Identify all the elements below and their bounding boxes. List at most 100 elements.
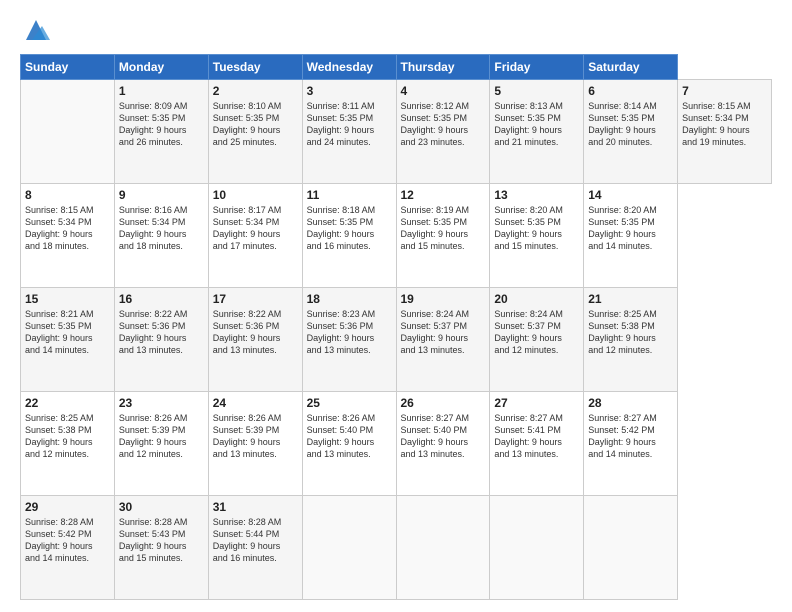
calendar-cell: 9 Sunrise: 8:16 AM Sunset: 5:34 PM Daylig…: [114, 184, 208, 288]
calendar-cell: 5Sunrise: 8:13 AM Sunset: 5:35 PM Daylig…: [490, 80, 584, 184]
day-info: Sunrise: 8:25 AM Sunset: 5:38 PM Dayligh…: [588, 308, 673, 357]
day-number: 6: [588, 84, 673, 98]
calendar-cell: 18 Sunrise: 8:23 AM Sunset: 5:36 PM Dayli…: [302, 288, 396, 392]
calendar-cell: [302, 496, 396, 600]
day-number: 4: [401, 84, 486, 98]
calendar-header-row: SundayMondayTuesdayWednesdayThursdayFrid…: [21, 55, 772, 80]
day-info: Sunrise: 8:09 AM Sunset: 5:35 PM Dayligh…: [119, 100, 204, 149]
day-info: Sunrise: 8:26 AM Sunset: 5:39 PM Dayligh…: [119, 412, 204, 461]
day-number: 8: [25, 188, 110, 202]
day-number: 29: [25, 500, 110, 514]
day-number: 20: [494, 292, 579, 306]
calendar-header-tuesday: Tuesday: [208, 55, 302, 80]
day-number: 18: [307, 292, 392, 306]
page: SundayMondayTuesdayWednesdayThursdayFrid…: [0, 0, 792, 612]
calendar-cell: [490, 496, 584, 600]
day-info: Sunrise: 8:12 AM Sunset: 5:35 PM Dayligh…: [401, 100, 486, 149]
day-info: Sunrise: 8:23 AM Sunset: 5:36 PM Dayligh…: [307, 308, 392, 357]
day-info: Sunrise: 8:27 AM Sunset: 5:42 PM Dayligh…: [588, 412, 673, 461]
calendar-header-monday: Monday: [114, 55, 208, 80]
day-info: Sunrise: 8:20 AM Sunset: 5:35 PM Dayligh…: [588, 204, 673, 253]
calendar-cell: 11 Sunrise: 8:18 AM Sunset: 5:35 PM Dayli…: [302, 184, 396, 288]
day-number: 15: [25, 292, 110, 306]
calendar-cell: 16 Sunrise: 8:22 AM Sunset: 5:36 PM Dayli…: [114, 288, 208, 392]
day-info: Sunrise: 8:25 AM Sunset: 5:38 PM Dayligh…: [25, 412, 110, 461]
day-number: 23: [119, 396, 204, 410]
day-number: 10: [213, 188, 298, 202]
calendar-table: SundayMondayTuesdayWednesdayThursdayFrid…: [20, 54, 772, 600]
day-number: 24: [213, 396, 298, 410]
day-info: Sunrise: 8:22 AM Sunset: 5:36 PM Dayligh…: [213, 308, 298, 357]
calendar-cell: 27 Sunrise: 8:27 AM Sunset: 5:41 PM Dayli…: [490, 392, 584, 496]
calendar-cell: 20 Sunrise: 8:24 AM Sunset: 5:37 PM Dayli…: [490, 288, 584, 392]
day-info: Sunrise: 8:22 AM Sunset: 5:36 PM Dayligh…: [119, 308, 204, 357]
calendar-cell: 12 Sunrise: 8:19 AM Sunset: 5:35 PM Dayli…: [396, 184, 490, 288]
day-info: Sunrise: 8:16 AM Sunset: 5:34 PM Dayligh…: [119, 204, 204, 253]
logo-icon: [22, 16, 50, 44]
calendar-cell: 13Sunrise: 8:20 AM Sunset: 5:35 PM Dayli…: [490, 184, 584, 288]
calendar-cell: 4 Sunrise: 8:12 AM Sunset: 5:35 PM Daylig…: [396, 80, 490, 184]
calendar-cell: 19 Sunrise: 8:24 AM Sunset: 5:37 PM Dayli…: [396, 288, 490, 392]
day-info: Sunrise: 8:21 AM Sunset: 5:35 PM Dayligh…: [25, 308, 110, 357]
calendar-cell: 14 Sunrise: 8:20 AM Sunset: 5:35 PM Dayli…: [584, 184, 678, 288]
calendar-cell: 28 Sunrise: 8:27 AM Sunset: 5:42 PM Dayli…: [584, 392, 678, 496]
day-number: 22: [25, 396, 110, 410]
day-number: 7: [682, 84, 767, 98]
calendar-cell: 10 Sunrise: 8:17 AM Sunset: 5:34 PM Dayli…: [208, 184, 302, 288]
calendar-cell: [396, 496, 490, 600]
calendar-cell: 22 Sunrise: 8:25 AM Sunset: 5:38 PM Dayli…: [21, 392, 115, 496]
calendar-header-wednesday: Wednesday: [302, 55, 396, 80]
day-number: 1: [119, 84, 204, 98]
calendar-cell: 1 Sunrise: 8:09 AM Sunset: 5:35 PM Daylig…: [114, 80, 208, 184]
calendar-cell: 7 Sunrise: 8:15 AM Sunset: 5:34 PM Daylig…: [678, 80, 772, 184]
day-info: Sunrise: 8:15 AM Sunset: 5:34 PM Dayligh…: [682, 100, 767, 149]
day-info: Sunrise: 8:15 AM Sunset: 5:34 PM Dayligh…: [25, 204, 110, 253]
calendar-cell: 24Sunrise: 8:26 AM Sunset: 5:39 PM Dayli…: [208, 392, 302, 496]
day-number: 28: [588, 396, 673, 410]
logo: [20, 16, 50, 44]
day-number: 2: [213, 84, 298, 98]
calendar-cell: 15 Sunrise: 8:21 AM Sunset: 5:35 PM Dayli…: [21, 288, 115, 392]
day-info: Sunrise: 8:27 AM Sunset: 5:41 PM Dayligh…: [494, 412, 579, 461]
day-number: 11: [307, 188, 392, 202]
calendar-header-sunday: Sunday: [21, 55, 115, 80]
day-info: Sunrise: 8:17 AM Sunset: 5:34 PM Dayligh…: [213, 204, 298, 253]
calendar-cell: [584, 496, 678, 600]
day-number: 27: [494, 396, 579, 410]
day-info: Sunrise: 8:24 AM Sunset: 5:37 PM Dayligh…: [494, 308, 579, 357]
day-number: 26: [401, 396, 486, 410]
calendar-cell: 6 Sunrise: 8:14 AM Sunset: 5:35 PM Daylig…: [584, 80, 678, 184]
calendar-cell: 31 Sunrise: 8:28 AM Sunset: 5:44 PM Dayli…: [208, 496, 302, 600]
day-info: Sunrise: 8:14 AM Sunset: 5:35 PM Dayligh…: [588, 100, 673, 149]
calendar-week-1: 8 Sunrise: 8:15 AM Sunset: 5:34 PM Daylig…: [21, 184, 772, 288]
day-number: 3: [307, 84, 392, 98]
day-info: Sunrise: 8:24 AM Sunset: 5:37 PM Dayligh…: [401, 308, 486, 357]
calendar-cell: [21, 80, 115, 184]
day-number: 31: [213, 500, 298, 514]
day-number: 9: [119, 188, 204, 202]
day-number: 12: [401, 188, 486, 202]
calendar-week-0: 1 Sunrise: 8:09 AM Sunset: 5:35 PM Daylig…: [21, 80, 772, 184]
day-number: 16: [119, 292, 204, 306]
day-info: Sunrise: 8:26 AM Sunset: 5:40 PM Dayligh…: [307, 412, 392, 461]
day-number: 13: [494, 188, 579, 202]
day-info: Sunrise: 8:28 AM Sunset: 5:42 PM Dayligh…: [25, 516, 110, 565]
calendar-week-2: 15 Sunrise: 8:21 AM Sunset: 5:35 PM Dayli…: [21, 288, 772, 392]
calendar-header-thursday: Thursday: [396, 55, 490, 80]
day-info: Sunrise: 8:11 AM Sunset: 5:35 PM Dayligh…: [307, 100, 392, 149]
calendar-cell: 23 Sunrise: 8:26 AM Sunset: 5:39 PM Dayli…: [114, 392, 208, 496]
day-number: 17: [213, 292, 298, 306]
calendar-header-friday: Friday: [490, 55, 584, 80]
day-number: 25: [307, 396, 392, 410]
calendar-header-saturday: Saturday: [584, 55, 678, 80]
day-number: 14: [588, 188, 673, 202]
calendar-cell: 26Sunrise: 8:27 AM Sunset: 5:40 PM Dayli…: [396, 392, 490, 496]
day-number: 19: [401, 292, 486, 306]
calendar-cell: 21Sunrise: 8:25 AM Sunset: 5:38 PM Dayli…: [584, 288, 678, 392]
day-info: Sunrise: 8:28 AM Sunset: 5:44 PM Dayligh…: [213, 516, 298, 565]
calendar-cell: 8 Sunrise: 8:15 AM Sunset: 5:34 PM Daylig…: [21, 184, 115, 288]
calendar-cell: 30Sunrise: 8:28 AM Sunset: 5:43 PM Dayli…: [114, 496, 208, 600]
calendar-cell: 25 Sunrise: 8:26 AM Sunset: 5:40 PM Dayli…: [302, 392, 396, 496]
day-info: Sunrise: 8:19 AM Sunset: 5:35 PM Dayligh…: [401, 204, 486, 253]
day-info: Sunrise: 8:18 AM Sunset: 5:35 PM Dayligh…: [307, 204, 392, 253]
